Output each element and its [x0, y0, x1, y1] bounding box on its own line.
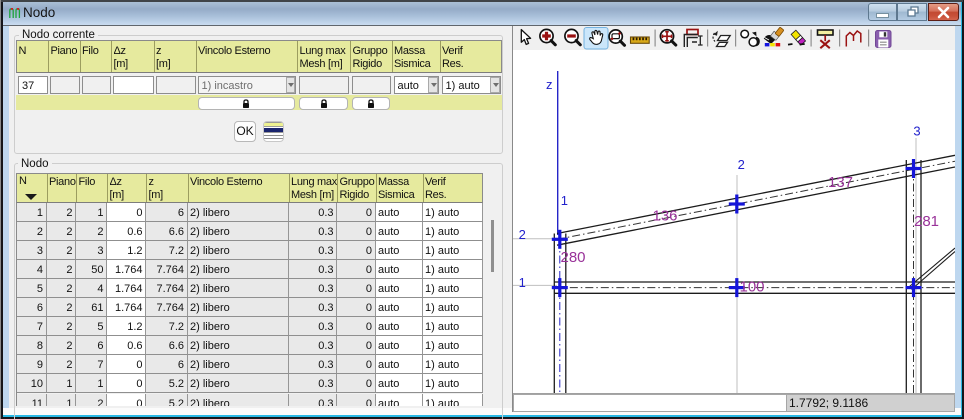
svg-text:136: 136	[653, 208, 678, 225]
svg-text:z: z	[546, 77, 553, 92]
svg-text:280: 280	[561, 249, 586, 266]
svg-text:1: 1	[519, 275, 526, 290]
svg-text:137: 137	[828, 174, 853, 191]
svg-text:1: 1	[561, 193, 568, 208]
svg-text:100: 100	[740, 279, 765, 296]
svg-text:281: 281	[914, 213, 939, 230]
svg-text:2: 2	[738, 157, 745, 172]
svg-text:3: 3	[913, 123, 920, 138]
svg-text:2: 2	[519, 227, 526, 242]
